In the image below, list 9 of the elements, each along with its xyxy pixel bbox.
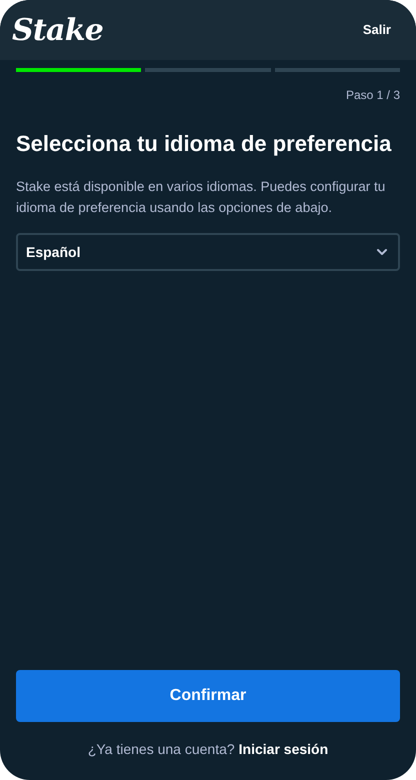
language-select[interactable]: Español (16, 233, 400, 271)
account-prompt: ¿Ya tienes una cuenta? (88, 740, 235, 759)
step-label: Paso 1 / 3 (346, 87, 400, 104)
login-link[interactable]: Iniciar sesión (238, 739, 328, 760)
page-title: Selecciona tu idioma de preferencia (15, 130, 392, 158)
description: Stake está disponible en varios idiomas. Puedes configurar tu idioma de preferencia usando las opciones de abajo. (15, 178, 386, 217)
confirm-button[interactable]: Confirmar (16, 670, 400, 722)
exit-button[interactable]: Salir (362, 20, 404, 40)
logo[interactable]: Stake (12, 8, 104, 52)
